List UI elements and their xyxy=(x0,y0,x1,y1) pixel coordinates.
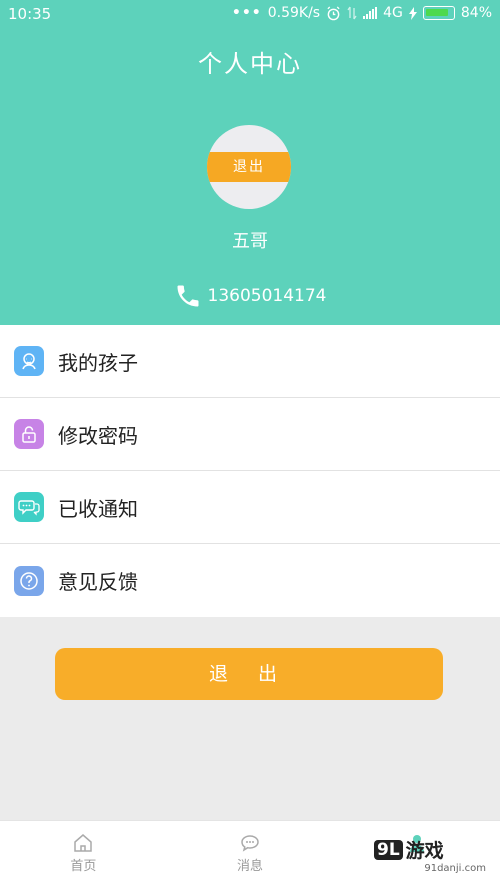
menu-item-label: 我的孩子 xyxy=(58,350,138,375)
menu-list: 我的孩子 修改密码 已收通知 意见反馈 xyxy=(0,325,500,617)
battery-icon xyxy=(422,6,455,20)
alarm-icon xyxy=(327,5,340,20)
watermark-text: 游戏 xyxy=(405,840,444,862)
battery-level xyxy=(425,9,448,16)
tab-home[interactable]: 首页 xyxy=(0,821,167,888)
tab-label: 首页 xyxy=(70,859,97,874)
question-icon xyxy=(14,565,44,596)
data-transfer-icon xyxy=(347,6,357,20)
status-indicators: ••• 0.59K/s 4G 84% xyxy=(232,5,492,21)
menu-item-label: 修改密码 xyxy=(58,423,138,448)
lock-icon xyxy=(14,419,44,449)
menu-item-feedback[interactable]: 意见反馈 xyxy=(0,544,500,617)
avatar-logout-badge[interactable]: 退出 xyxy=(207,152,291,182)
watermark-logo: 9L 游戏 xyxy=(374,836,492,863)
menu-item-label: 意见反馈 xyxy=(58,570,138,594)
page-title: 个人中心 xyxy=(198,50,302,78)
profile-header: 10:35 ••• 0.59K/s 4G 84% 个人中心 退出 五哥 1360… xyxy=(0,0,500,325)
site-watermark: 9L 游戏 91danji.com xyxy=(374,836,492,880)
charging-icon xyxy=(408,6,417,20)
status-bar: 10:35 ••• 0.59K/s 4G 84% xyxy=(0,0,500,28)
message-icon xyxy=(241,835,259,852)
menu-item-label: 已收通知 xyxy=(58,496,138,521)
phone-number: 13605014174 xyxy=(207,286,327,306)
phone-row: 13605014174 xyxy=(0,282,500,310)
watermark-logo-mark: 9L xyxy=(374,839,403,860)
menu-item-my-children[interactable]: 我的孩子 xyxy=(0,325,500,398)
logout-button[interactable]: 退 出 xyxy=(55,648,443,700)
network-type: 4G xyxy=(383,5,403,21)
watermark-url: 91danji.com xyxy=(424,863,486,874)
avatar[interactable]: 退出 xyxy=(207,125,291,209)
status-time: 10:35 xyxy=(8,5,52,23)
tab-messages[interactable]: 消息 xyxy=(167,821,334,888)
home-icon xyxy=(74,834,93,852)
network-speed: 0.59K/s xyxy=(267,5,321,21)
battery-percent: 84% xyxy=(460,5,492,21)
child-icon xyxy=(14,346,44,376)
tab-label: 消息 xyxy=(237,859,264,874)
menu-item-change-password[interactable]: 修改密码 xyxy=(0,398,500,471)
menu-item-received-notifications[interactable]: 已收通知 xyxy=(0,471,500,544)
chat-icon xyxy=(14,492,44,522)
signal-icon xyxy=(363,7,378,19)
phone-icon xyxy=(177,285,198,307)
username: 五哥 xyxy=(232,231,268,252)
more-dots-icon: ••• xyxy=(231,5,262,21)
